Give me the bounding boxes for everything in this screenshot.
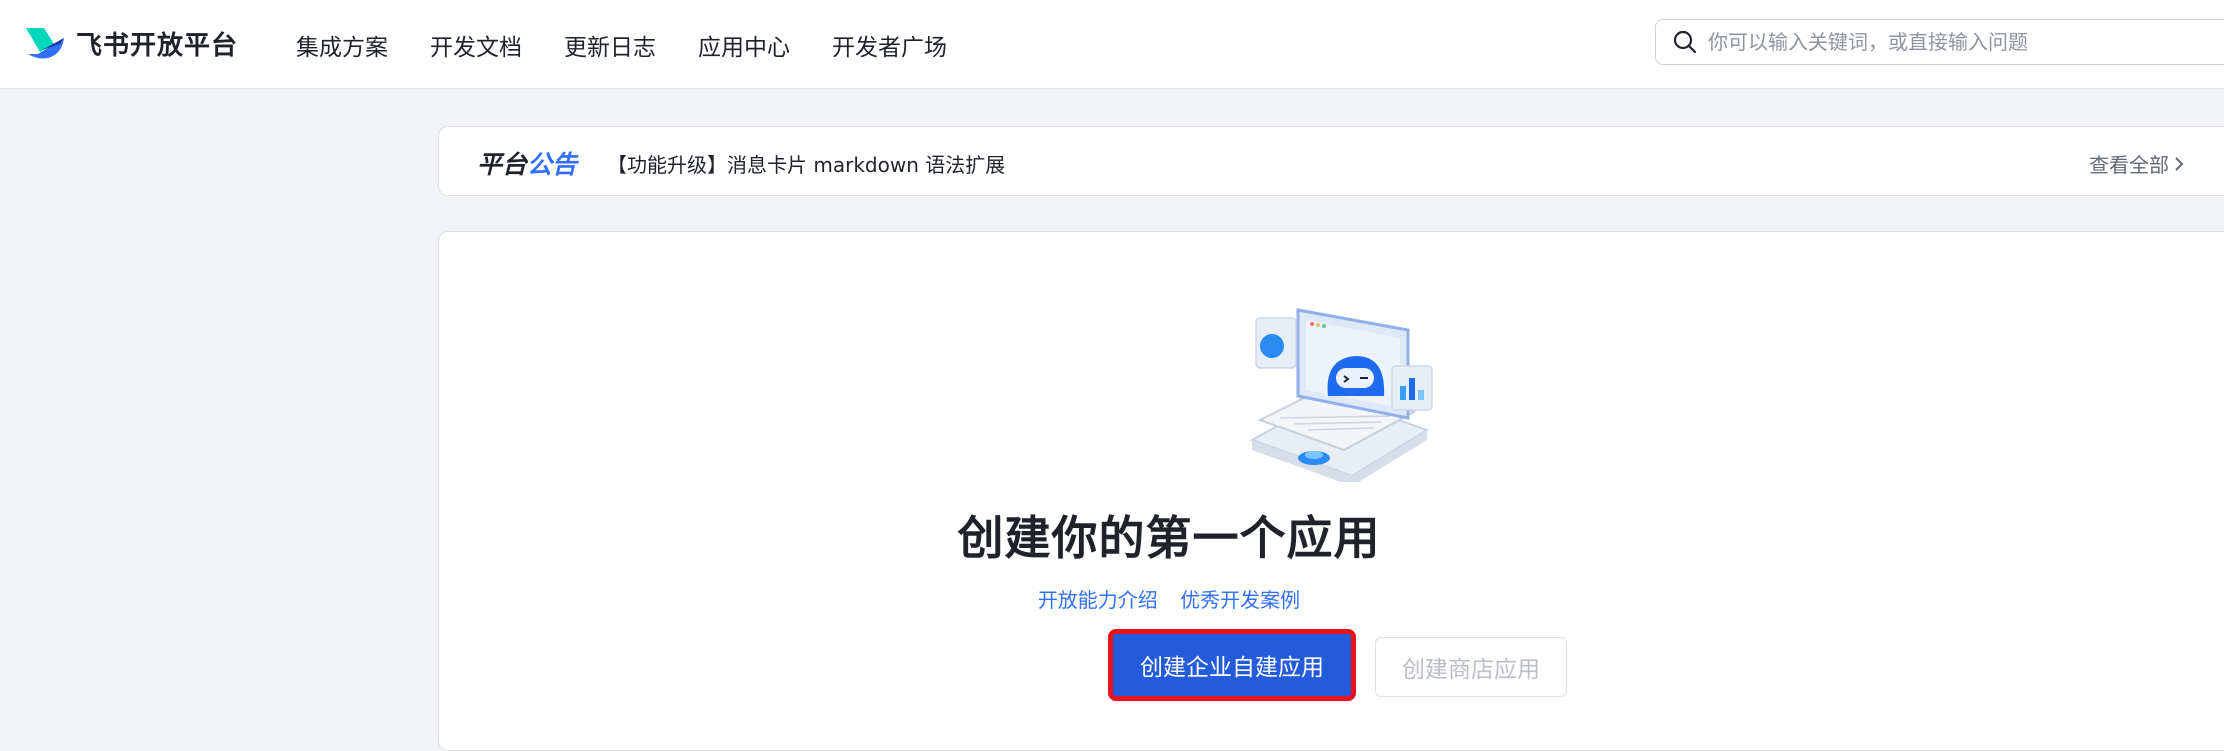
announcement-title-part1: 平台 [477,150,528,179]
search-icon [1673,30,1697,54]
helper-links: 开放能力介绍 优秀开发案例 [439,584,1899,613]
laptop-robot-illustration [1249,308,1433,482]
nav-item-dev-square[interactable]: 开发者广场 [832,28,947,62]
create-store-app-button[interactable]: 创建商店应用 [1375,637,1567,697]
create-app-card: 创建你的第一个应用 开放能力介绍 优秀开发案例 创建企业自建应用 创建商店应用 [438,231,2224,751]
brand-name: 飞书开放平台 [76,30,239,61]
nav-item-integration[interactable]: 集成方案 [296,28,388,62]
announcement-text-link[interactable]: 【功能升级】消息卡片 markdown 语法扩展 [607,149,1005,178]
announcement-title-part2: 公告 [527,150,578,179]
open-capabilities-link[interactable]: 开放能力介绍 [1038,588,1158,612]
announcement-title: 平台公告 [477,145,577,181]
dev-cases-link[interactable]: 优秀开发案例 [1180,588,1300,612]
nav-item-changelog[interactable]: 更新日志 [564,28,656,62]
create-enterprise-app-button[interactable]: 创建企业自建应用 [1108,629,1356,701]
nav-item-docs[interactable]: 开发文档 [430,28,522,62]
feishu-logo-icon [26,28,64,59]
nav-item-app-center[interactable]: 应用中心 [698,28,790,62]
top-navigation-bar: 飞书开放平台 集成方案 开发文档 更新日志 应用中心 开发者广场 [0,0,2224,89]
view-all-label: 查看全部 [2089,153,2169,177]
view-all-link[interactable]: 查看全部 [2089,149,2185,178]
brand-logo[interactable]: 飞书开放平台 [24,23,238,63]
search-input[interactable] [1708,30,2224,54]
chevron-right-icon [2175,156,2184,171]
search-box[interactable] [1655,19,2224,65]
main-nav: 集成方案 开发文档 更新日志 应用中心 开发者广场 [296,0,989,89]
empty-state-headline: 创建你的第一个应用 [957,511,1381,565]
announcement-bar: 平台公告 【功能升级】消息卡片 markdown 语法扩展 查看全部 [438,126,2224,196]
